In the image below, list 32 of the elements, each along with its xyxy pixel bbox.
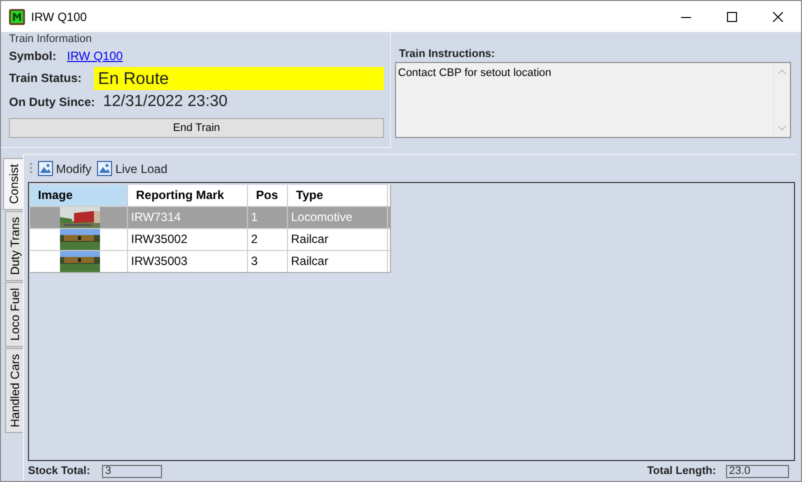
column-header[interactable]: Image <box>30 185 128 206</box>
window-title: IRW Q100 <box>31 8 87 26</box>
image-icon <box>97 161 112 176</box>
side-tab[interactable]: Duty Trans <box>5 211 23 282</box>
stock-total-field: 3 <box>102 464 162 478</box>
table-cell: IRW35003 <box>128 251 248 272</box>
stock-total-label: Stock Total: <box>28 464 90 479</box>
maximize-icon[interactable] <box>727 12 737 22</box>
status-label: Train Status: <box>9 70 83 87</box>
image-icon <box>38 161 53 176</box>
side-tab[interactable]: Consist <box>3 158 23 210</box>
instructions-label: Train Instructions: <box>399 47 496 62</box>
on-duty-label: On Duty Since: <box>9 94 96 111</box>
symbol-link[interactable]: IRW Q100 <box>67 47 123 65</box>
status-value: En Route <box>94 66 384 90</box>
app-icon <box>9 8 25 24</box>
on-duty-value: 12/31/2022 23:30 <box>103 92 228 112</box>
total-length-field: 23.0 <box>726 464 789 478</box>
symbol-label: Symbol: <box>9 48 58 65</box>
table-row[interactable]: IRW35003 3 Railcar <box>30 250 390 272</box>
side-tab[interactable]: Handled Cars <box>5 348 23 434</box>
group-title: Train Information <box>9 32 93 46</box>
side-tab[interactable]: Loco Fuel <box>5 282 23 347</box>
total-length-label: Total Length: <box>647 464 716 479</box>
toolbar-button[interactable]: Modify <box>37 160 92 178</box>
end-train-button[interactable]: End Train <box>9 118 384 138</box>
table-row[interactable]: IRW35002 2 Railcar <box>30 228 390 250</box>
table-cell: 3 <box>248 251 288 272</box>
table-cell: Railcar <box>288 251 388 272</box>
toolbar-button[interactable]: Live Load <box>96 160 168 178</box>
grip-icon <box>30 162 33 176</box>
close-icon[interactable] <box>773 12 783 22</box>
